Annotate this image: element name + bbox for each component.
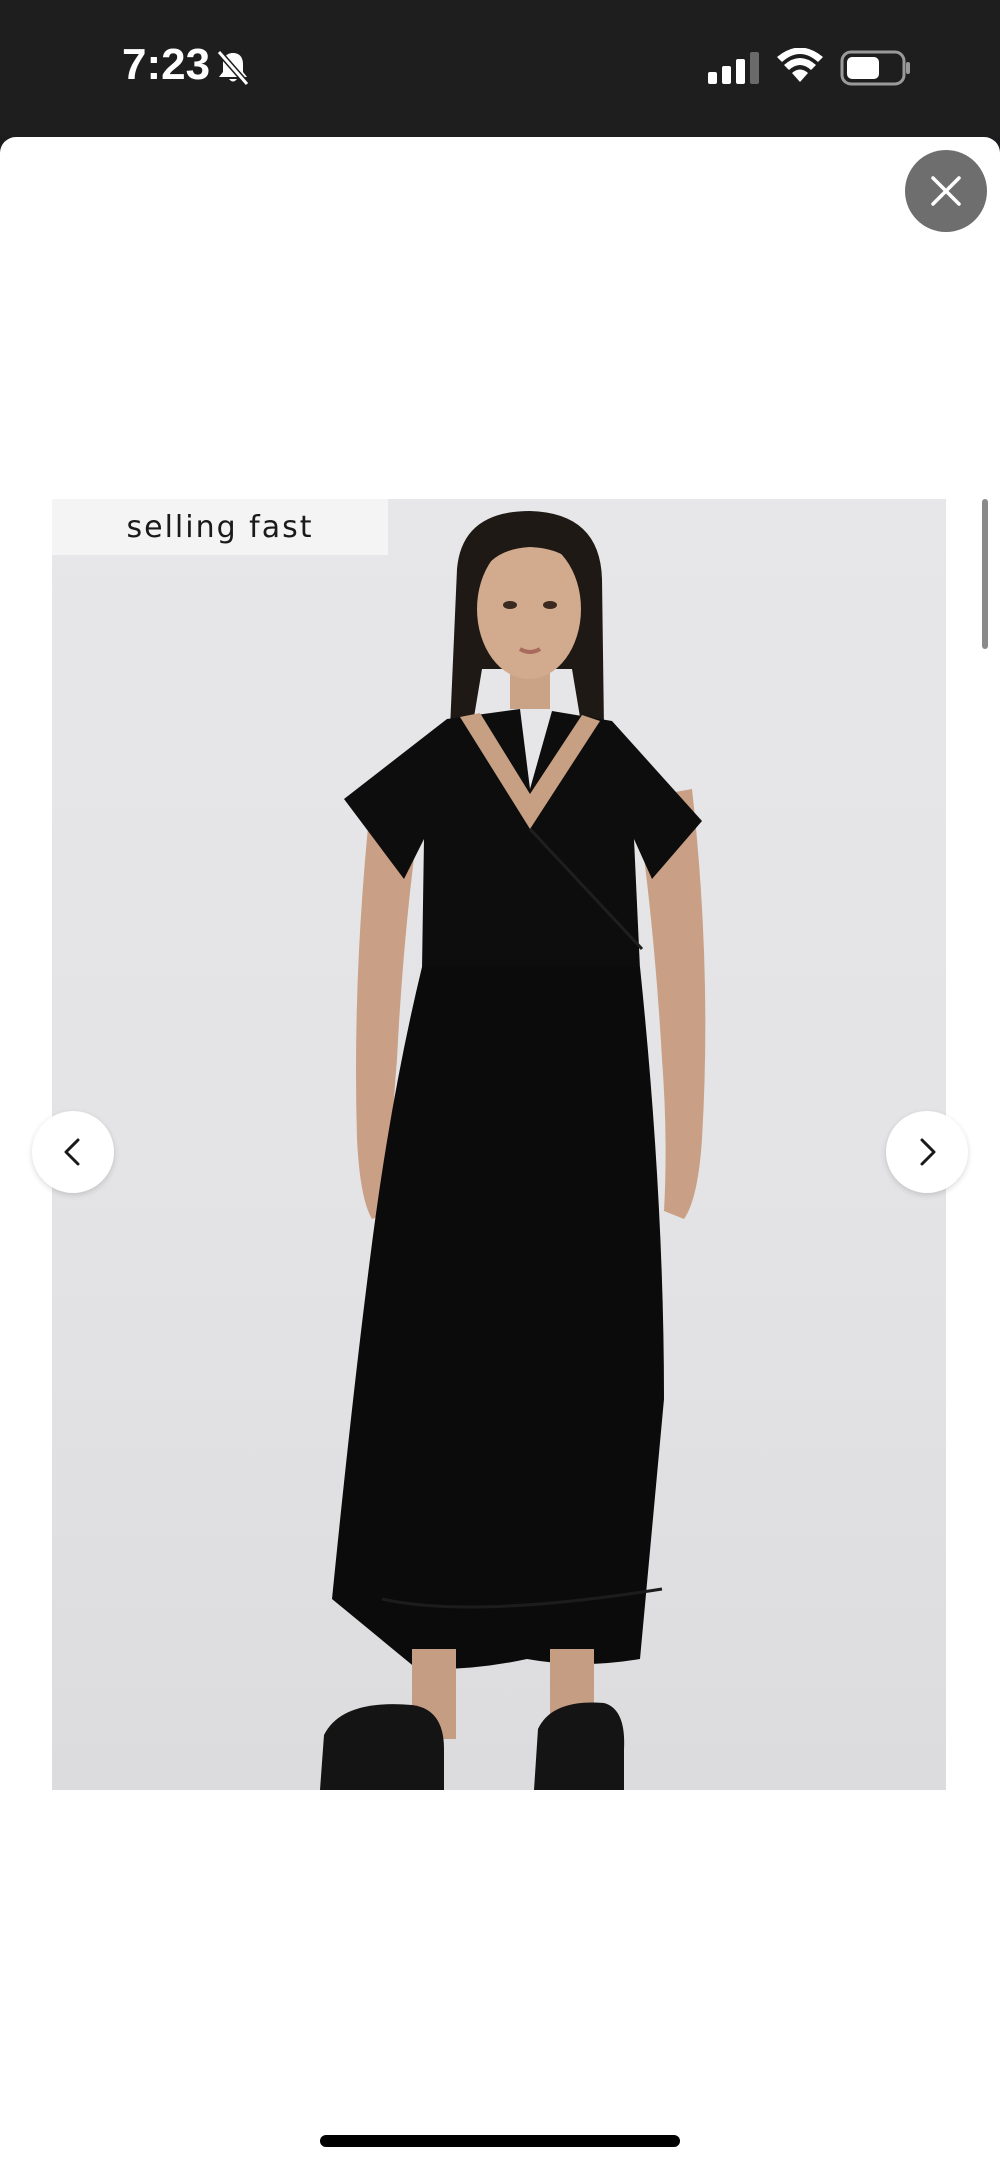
status-bar: 7:23: [0, 0, 1000, 137]
next-image-button[interactable]: [886, 1111, 968, 1193]
cellular-signal-icon: [708, 52, 759, 84]
scroll-indicator[interactable]: [982, 499, 988, 649]
previous-image-button[interactable]: [32, 1111, 114, 1193]
status-time: 7:23: [122, 40, 211, 89]
bell-slash-icon: [216, 50, 250, 86]
close-icon: [931, 176, 961, 206]
chevron-left-icon: [64, 1138, 80, 1166]
selling-fast-badge: selling fast: [52, 499, 388, 555]
product-image[interactable]: selling fast: [52, 499, 946, 1790]
close-button[interactable]: [905, 150, 987, 232]
chevron-right-icon: [920, 1138, 936, 1166]
battery-icon: [840, 50, 910, 86]
home-indicator[interactable]: [320, 2135, 680, 2147]
wifi-icon: [777, 48, 823, 82]
model-photo: [320, 511, 706, 1790]
